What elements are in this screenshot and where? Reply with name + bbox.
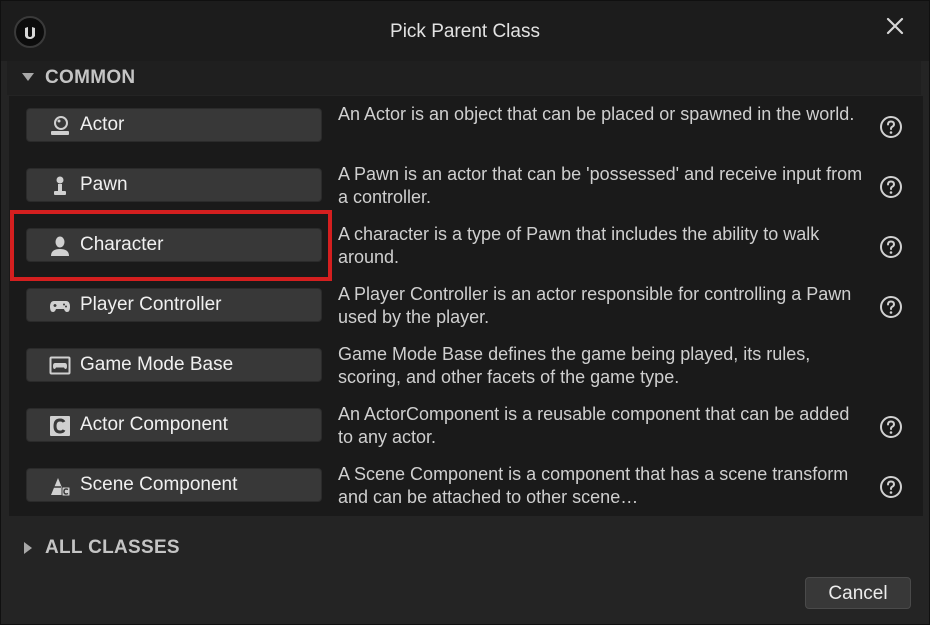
pick-parent-class-dialog: Pick Parent Class COMMON Actor An Actor … (0, 0, 930, 625)
help-icon[interactable] (879, 415, 903, 439)
common-section-header[interactable]: COMMON (7, 61, 921, 95)
class-row-scene-component: Scene Component A Scene Component is a c… (9, 456, 923, 516)
common-class-list: Actor An Actor is an object that can be … (9, 96, 923, 516)
collapsed-arrow-icon (24, 542, 32, 554)
pawn-icon (54, 176, 66, 195)
title-bar: Pick Parent Class (1, 1, 929, 61)
class-row-game-mode-base: Game Mode Base Game Mode Base defines th… (9, 336, 923, 396)
actor-component-button[interactable]: Actor Component (26, 408, 322, 442)
actor-button[interactable]: Actor (26, 108, 322, 142)
actor-component-description: An ActorComponent is a reusable componen… (338, 404, 850, 447)
game-mode-icon (49, 356, 71, 375)
character-description: A character is a type of Pawn that inclu… (338, 224, 820, 267)
expanded-arrow-icon (22, 73, 34, 81)
game-mode-base-button-label: Game Mode Base (80, 354, 234, 375)
class-row-player-controller: Player Controller A Player Controller is… (9, 276, 923, 336)
close-icon[interactable] (881, 13, 909, 41)
actor-description: An Actor is an object that can be placed… (338, 104, 855, 124)
help-icon[interactable] (879, 295, 903, 319)
pawn-button[interactable]: Pawn (26, 168, 322, 202)
pawn-description: A Pawn is an actor that can be 'possesse… (338, 164, 863, 207)
actor-button-label: Actor (80, 114, 125, 135)
scene-component-button[interactable]: Scene Component (26, 468, 322, 502)
dialog-title: Pick Parent Class (390, 21, 540, 42)
common-section-label: COMMON (45, 67, 136, 88)
actor-icon (51, 116, 69, 135)
scene-component-icon (51, 478, 71, 497)
class-row-actor: Actor An Actor is an object that can be … (9, 96, 923, 156)
cancel-button[interactable]: Cancel (805, 577, 911, 609)
help-icon[interactable] (879, 175, 903, 199)
actor-component-icon (50, 416, 70, 436)
player-controller-button[interactable]: Player Controller (26, 288, 322, 322)
class-row-actor-component: Actor Component An ActorComponent is a r… (9, 396, 923, 456)
all-classes-section-label: ALL CLASSES (45, 537, 180, 558)
player-controller-description: A Player Controller is an actor responsi… (338, 284, 852, 327)
pawn-button-label: Pawn (80, 174, 128, 195)
game-mode-base-button[interactable]: Game Mode Base (26, 348, 322, 382)
game-mode-base-description: Game Mode Base defines the game being pl… (338, 344, 811, 387)
gamepad-icon (50, 301, 70, 312)
selection-highlight-box (10, 210, 332, 281)
class-row-pawn: Pawn A Pawn is an actor that can be 'pos… (9, 156, 923, 216)
help-icon[interactable] (879, 235, 903, 259)
actor-component-button-label: Actor Component (80, 414, 228, 435)
player-controller-button-label: Player Controller (80, 294, 222, 315)
help-icon[interactable] (879, 115, 903, 139)
scene-component-button-label: Scene Component (80, 474, 238, 495)
scene-component-description: A Scene Component is a component that ha… (338, 464, 849, 507)
cancel-button-label: Cancel (828, 583, 888, 604)
help-icon[interactable] (879, 475, 903, 499)
all-classes-section-header[interactable]: ALL CLASSES (7, 531, 921, 565)
